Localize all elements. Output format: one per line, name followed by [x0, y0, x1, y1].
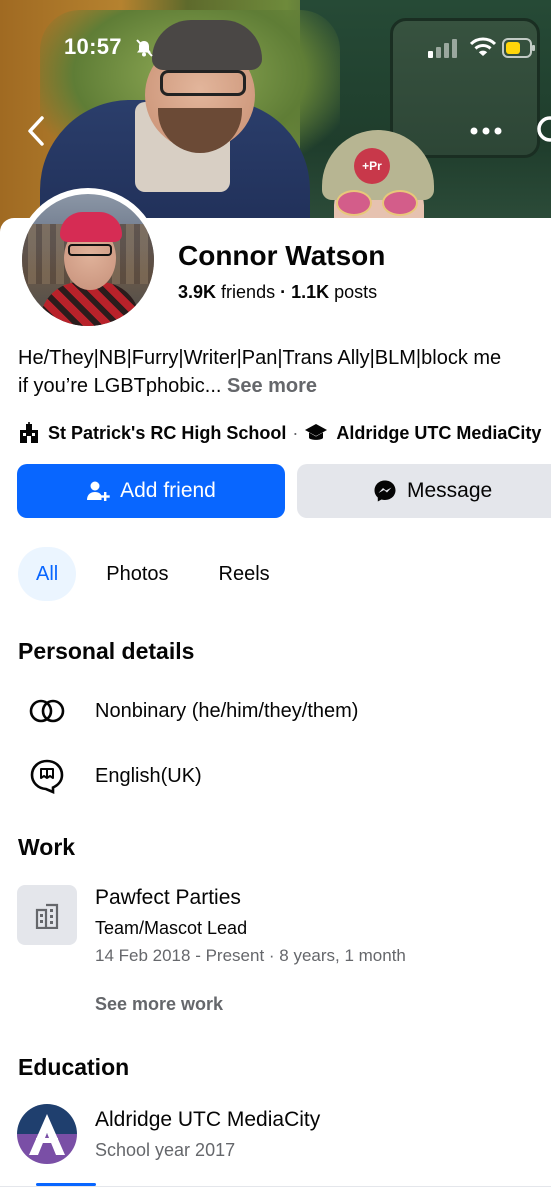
- building-icon: [35, 903, 59, 929]
- back-arrow-icon[interactable]: [20, 112, 54, 150]
- gender-text: Nonbinary (he/him/they/them): [95, 699, 359, 722]
- tab-photos[interactable]: Photos: [88, 547, 186, 601]
- status-bar: 10:57: [0, 0, 551, 90]
- work-company[interactable]: Pawfect Parties: [95, 886, 241, 910]
- language-text: English(UK): [95, 764, 202, 787]
- friends-label[interactable]: friends: [221, 282, 275, 302]
- language-detail: English(UK): [28, 758, 202, 794]
- intro-school-2[interactable]: Aldridge UTC MediaCity: [336, 423, 541, 444]
- message-button[interactable]: Message: [297, 464, 551, 518]
- work-dates: 14 Feb 2018 - Present · 8 years, 1 month: [95, 946, 406, 965]
- speech-bubble-icon: [30, 759, 64, 794]
- education-title: Education: [18, 1054, 130, 1080]
- posts-label: posts: [334, 282, 378, 302]
- posts-count: 1.1K: [291, 282, 330, 302]
- bottom-nav-divider: [0, 1186, 551, 1187]
- profile-name: Connor Watson: [178, 240, 386, 271]
- bio-line-2-text: if you’re LGBTphobic...: [18, 375, 222, 397]
- status-time: 10:57: [64, 34, 122, 59]
- add-person-icon: [87, 481, 110, 501]
- education-year: School year 2017: [95, 1140, 236, 1160]
- gender-detail: Nonbinary (he/him/they/them): [28, 693, 358, 729]
- profile-avatar[interactable]: [16, 188, 160, 332]
- aldridge-logo-icon: [29, 1114, 65, 1155]
- tab-reels[interactable]: Reels: [201, 547, 288, 601]
- work-title: Work: [18, 834, 76, 860]
- intro-separator: ·: [292, 422, 299, 443]
- profile-bio: He/They|NB|Furry|Writer|Pan|Trans Ally|B…: [18, 344, 551, 400]
- tab-all[interactable]: All: [18, 547, 77, 601]
- more-icon[interactable]: [466, 116, 506, 146]
- profile-tabs: All Photos Reels: [18, 547, 288, 601]
- search-icon[interactable]: [530, 112, 551, 150]
- avatar: [22, 194, 154, 326]
- education-school[interactable]: Aldridge UTC MediaCity: [95, 1108, 320, 1132]
- hat-badge: +Pr: [354, 148, 390, 184]
- add-friend-button[interactable]: Add friend: [17, 464, 285, 518]
- stats-separator: ·: [280, 282, 287, 302]
- see-more-link[interactable]: See more: [227, 375, 317, 397]
- signal-icon: [428, 39, 457, 58]
- work-role: Team/Mascot Lead: [95, 918, 248, 938]
- gender-rings-icon: [29, 699, 65, 723]
- friends-count[interactable]: 3.9K: [178, 282, 216, 302]
- bottom-nav-active-indicator: [36, 1183, 96, 1186]
- bio-line-1: He/They|NB|Furry|Writer|Pan|Trans Ally|B…: [18, 347, 502, 369]
- work-logo[interactable]: [17, 885, 77, 945]
- messenger-icon: [374, 480, 396, 502]
- graduation-cap-icon: [305, 424, 328, 440]
- message-label: Message: [407, 479, 493, 502]
- silent-bell-icon: [136, 39, 153, 57]
- bio-line-2: if you’re LGBTphobic... See more: [18, 372, 551, 400]
- education-logo[interactable]: [17, 1104, 77, 1164]
- add-friend-label: Add friend: [120, 479, 216, 502]
- wifi-icon: [470, 37, 496, 56]
- see-more-work-link[interactable]: See more work: [95, 994, 223, 1015]
- profile-stats: 3.9K friends · 1.1K posts: [178, 282, 377, 303]
- intro-education-row: St Patrick's RC High School · Aldridge U…: [18, 420, 551, 446]
- battery-icon: [502, 38, 535, 58]
- school-building-icon: [20, 422, 38, 443]
- intro-school-1[interactable]: St Patrick's RC High School: [48, 423, 286, 444]
- personal-details-title: Personal details: [18, 638, 195, 664]
